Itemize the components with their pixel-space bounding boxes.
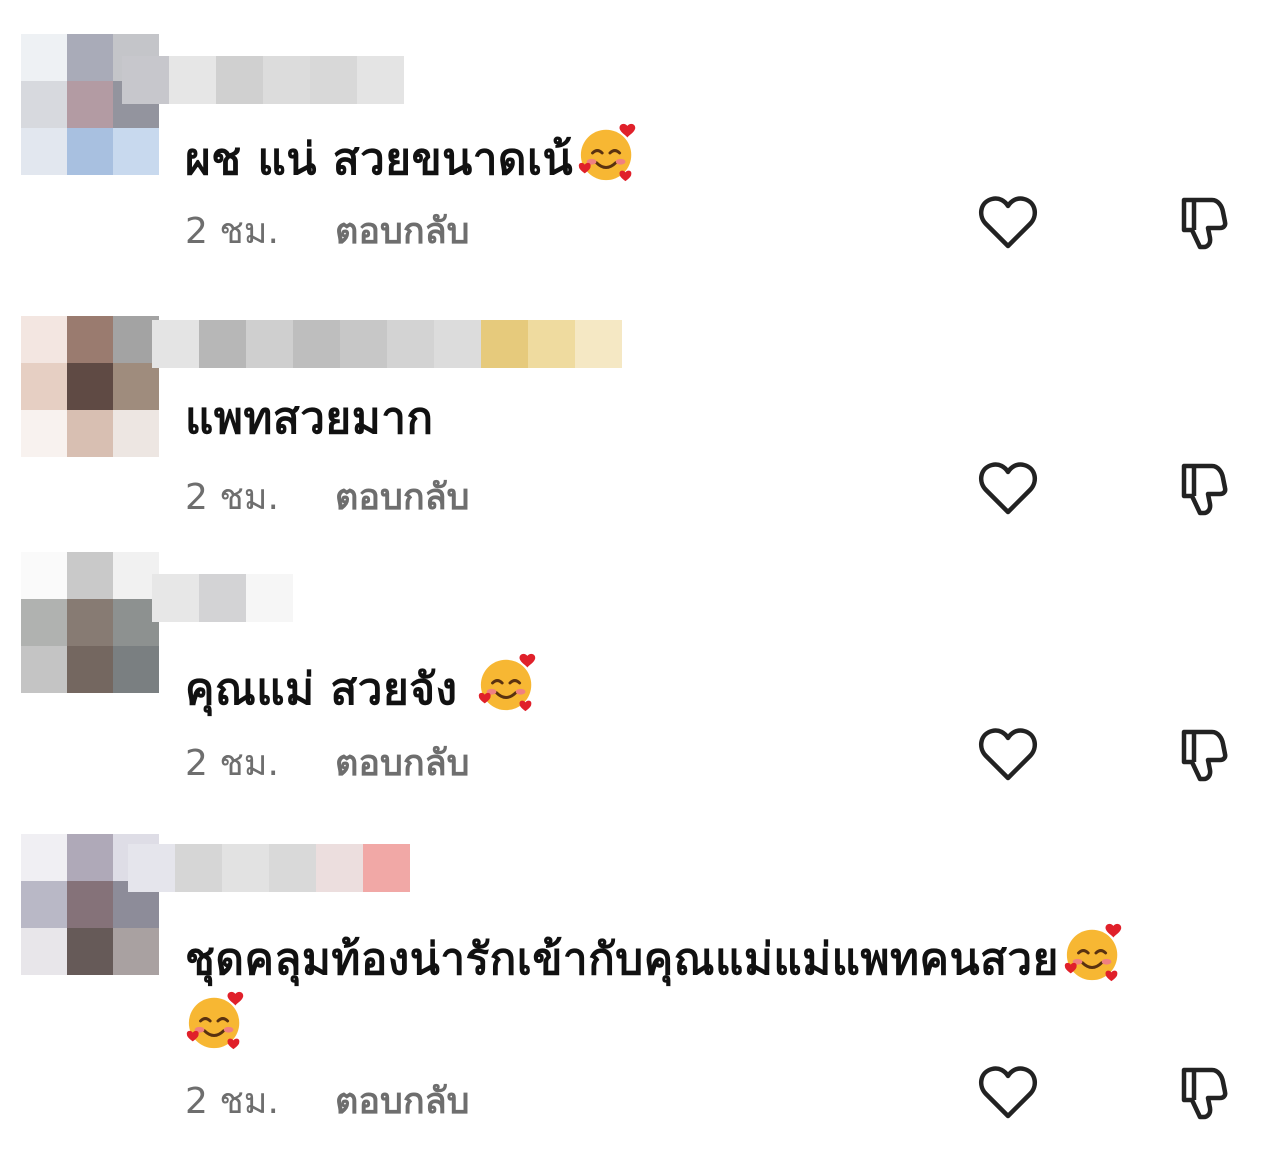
comment-meta: 2 ชม. ตอบกลับ [185, 468, 470, 525]
reply-button[interactable]: ตอบกลับ [335, 734, 470, 791]
thumbs-down-icon [1181, 197, 1228, 250]
smiling-face-with-hearts-icon [578, 123, 636, 182]
thumbs-down-icon [1181, 1067, 1228, 1120]
username[interactable] [128, 844, 410, 892]
heart-outline-icon [978, 728, 1038, 781]
like-button[interactable] [976, 190, 1040, 254]
username[interactable] [122, 56, 404, 104]
dislike-button[interactable] [1170, 1060, 1234, 1124]
username[interactable] [152, 320, 622, 368]
avatar[interactable] [21, 316, 159, 457]
avatar[interactable] [21, 34, 159, 175]
thumbs-down-icon [1181, 463, 1228, 516]
comment-text: แพทสวยมาก [185, 393, 434, 444]
comment-text: คุณแม่ สวยจัง [185, 652, 539, 723]
timestamp: 2 ชม. [185, 1081, 279, 1122]
heart-outline-icon [978, 1066, 1038, 1119]
dislike-button[interactable] [1170, 190, 1234, 254]
reply-button[interactable]: ตอบกลับ [335, 468, 470, 525]
thumbs-down-icon [1181, 729, 1228, 782]
comment-text-line-2 [185, 990, 247, 1061]
like-button[interactable] [976, 1060, 1040, 1124]
smiling-face-with-hearts-icon [479, 653, 536, 712]
reply-button[interactable]: ตอบกลับ [335, 202, 470, 259]
like-button[interactable] [976, 722, 1040, 786]
comment-meta: 2 ชม. ตอบกลับ [185, 202, 470, 259]
smiling-face-with-hearts-icon [186, 991, 244, 1050]
timestamp: 2 ชม. [185, 477, 279, 518]
dislike-button[interactable] [1170, 722, 1234, 786]
heart-outline-icon [978, 196, 1038, 249]
heart-outline-icon [978, 462, 1038, 515]
timestamp: 2 ชม. [185, 211, 279, 252]
timestamp: 2 ชม. [185, 743, 279, 784]
comment-text: ชุดคลุมท้องน่ารักเข้ากับคุณแม่แม่แพทคนสว… [185, 922, 1125, 993]
comment-meta: 2 ชม. ตอบกลับ [185, 1072, 470, 1129]
like-button[interactable] [976, 456, 1040, 520]
comment-text: ผช แน่ สวยขนาดเน้ [185, 122, 639, 193]
reply-button[interactable]: ตอบกลับ [335, 1072, 470, 1129]
dislike-button[interactable] [1170, 456, 1234, 520]
comment-meta: 2 ชม. ตอบกลับ [185, 734, 470, 791]
smiling-face-with-hearts-icon [1064, 923, 1122, 982]
username[interactable] [152, 574, 293, 622]
avatar[interactable] [21, 552, 159, 693]
